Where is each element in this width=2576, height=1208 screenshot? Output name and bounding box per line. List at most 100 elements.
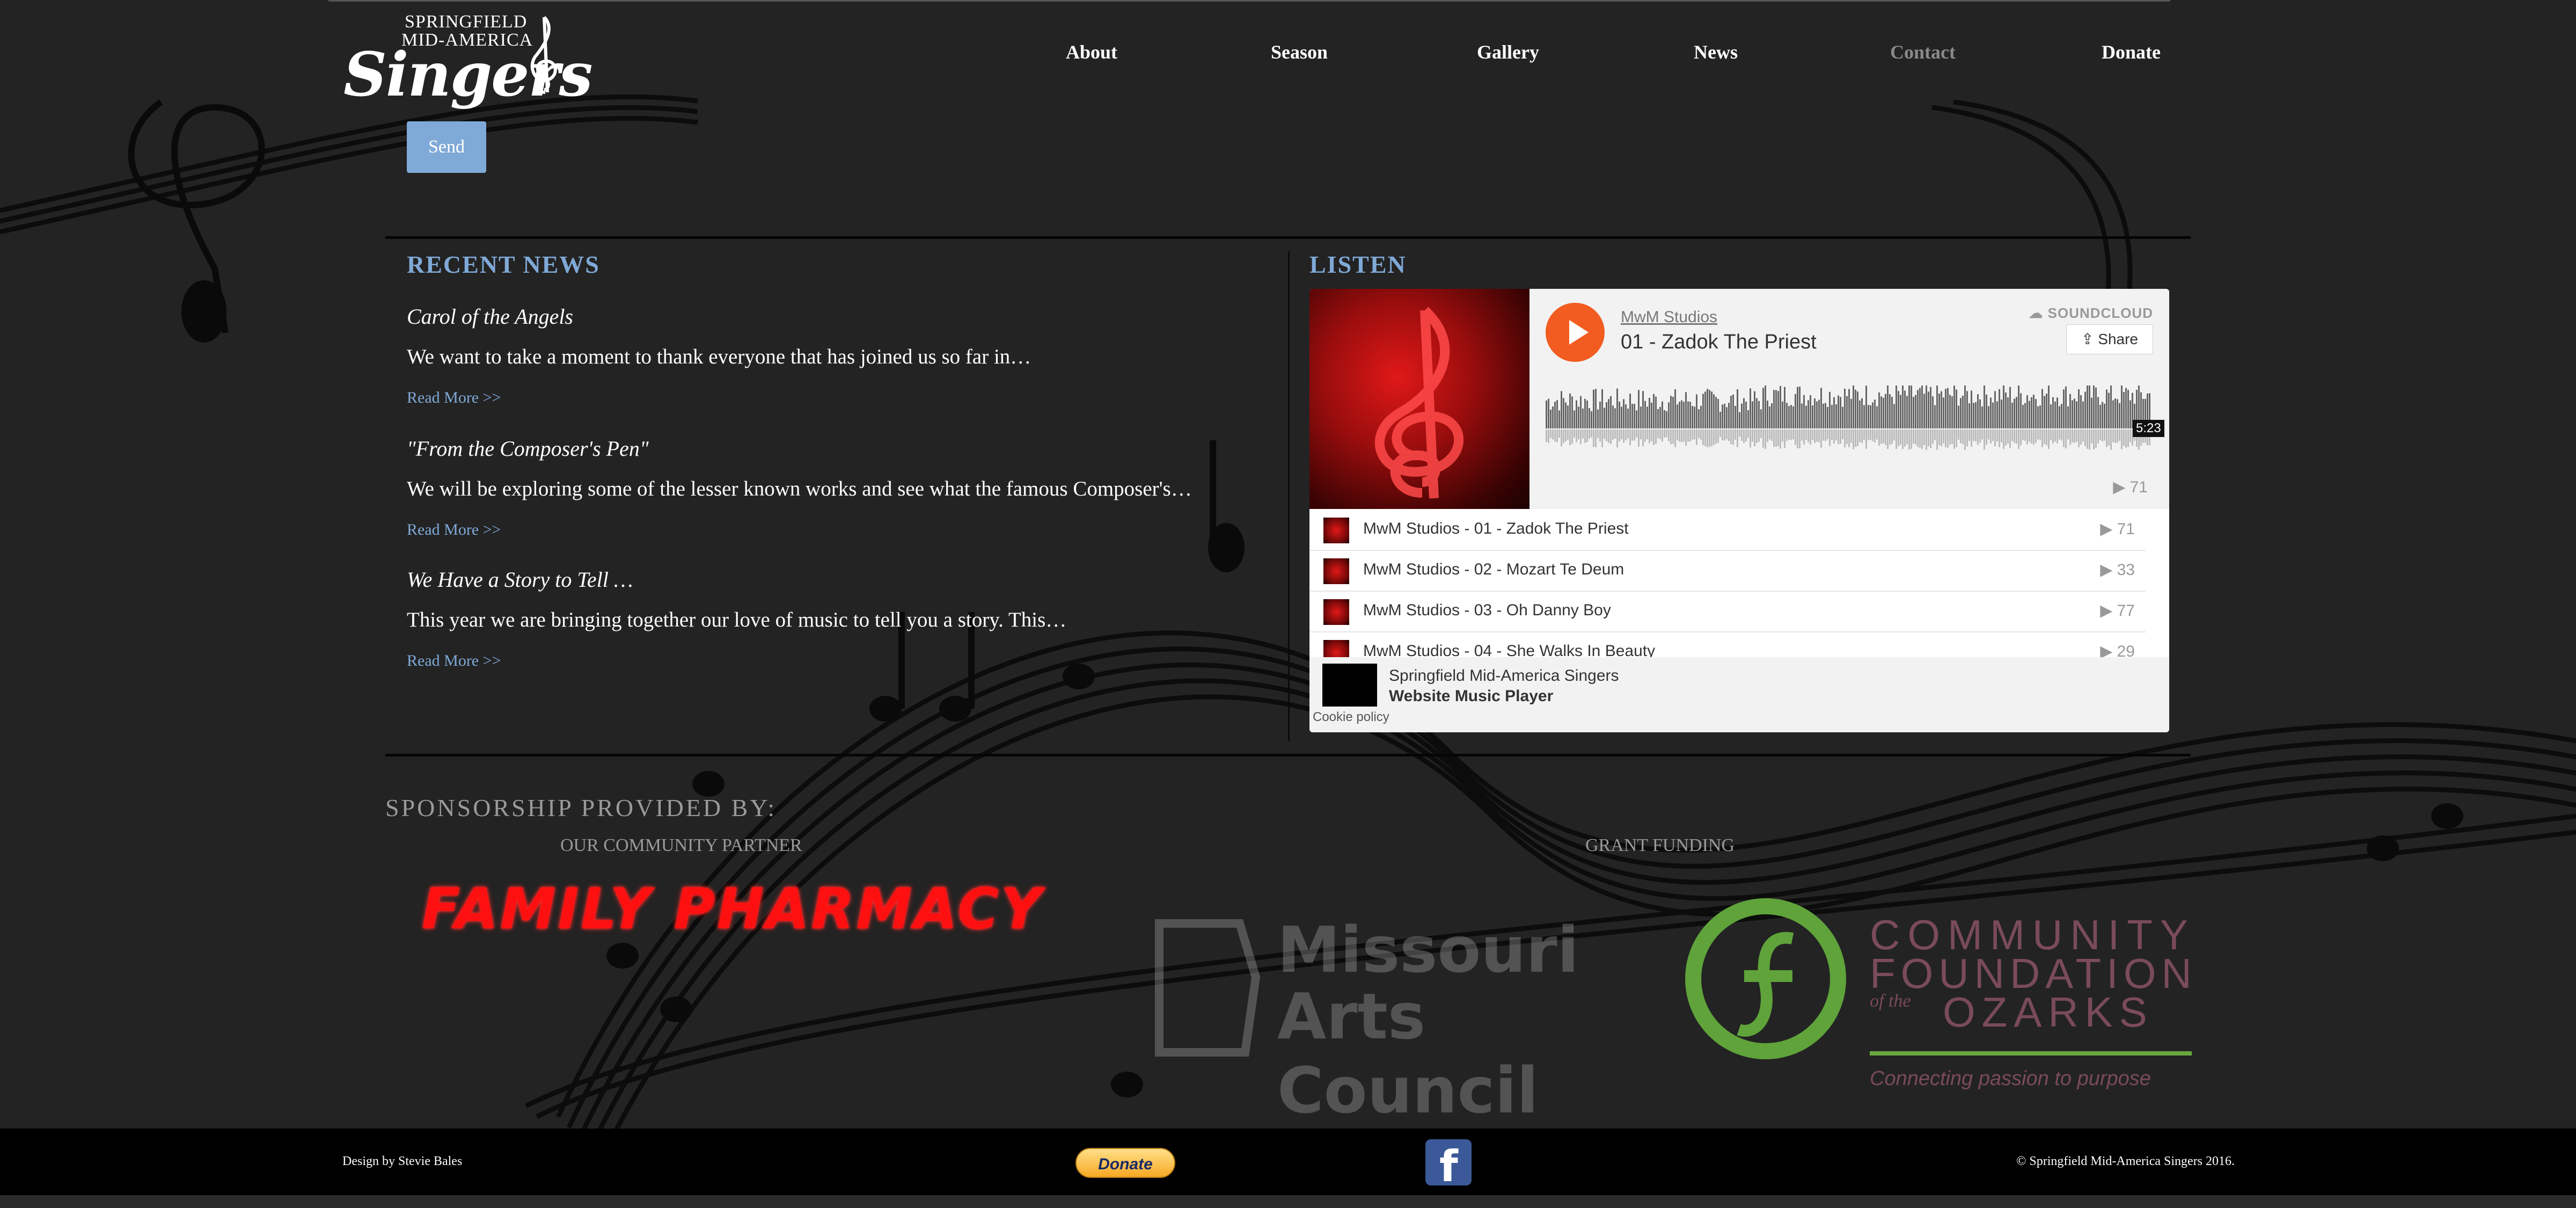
waveform-reflection [1582, 430, 1584, 439]
waveform-bar [1994, 391, 1996, 428]
family-pharmacy-logo[interactable]: FAMILY PHARMACY [422, 876, 1043, 942]
track-title[interactable]: 01 - Zadok The Priest [1621, 331, 1817, 354]
send-button[interactable]: Send [407, 121, 486, 173]
waveform-bar [2011, 402, 2013, 428]
read-more-link[interactable]: Read More >> [407, 521, 501, 539]
news-item-title[interactable]: Carol of the Angels [407, 304, 573, 329]
waveform-reflection [2014, 430, 2015, 443]
news-item-title[interactable]: "From the Composer's Pen" [407, 436, 649, 461]
waveform-bar [1951, 396, 1953, 428]
album-art[interactable] [1309, 289, 1529, 509]
site-logo[interactable]: SPRINGFIELD MID-AMERICA Singers [341, 12, 592, 110]
waveform-bar [1807, 400, 1809, 428]
track-row[interactable]: MwM Studios - 02 - Mozart Te Deum ▶ 33 [1309, 550, 2146, 592]
waveform-bar [1554, 402, 1556, 428]
missouri-arts-council-logo[interactable]: Missouri Arts Council [1148, 913, 1653, 1127]
share-button[interactable]: ⇪ Share [2066, 324, 2153, 354]
cookie-policy-link[interactable]: Cookie policy [1313, 710, 1389, 725]
waveform-reflection [1771, 430, 1773, 441]
waveform-reflection [1968, 430, 1970, 441]
waveform-bar [1840, 397, 1841, 428]
waveform-bar [1692, 406, 1693, 428]
waveform-bar [1990, 397, 1992, 428]
waveform-reflection [1621, 430, 1622, 440]
track-row-title: MwM Studios - 04 - She Walks In Beauty [1363, 642, 1656, 657]
waveform-bar [1790, 405, 1792, 428]
waveform-reflection [1754, 430, 1755, 447]
read-more-link[interactable]: Read More >> [407, 652, 501, 670]
news-item-excerpt: We want to take a moment to thank everyo… [407, 345, 1031, 368]
player-header: MwM Studios 01 - Zadok The Priest ☁ SOUN… [1529, 289, 2169, 509]
waveform-reflection [1941, 430, 1942, 447]
waveform-reflection [1554, 430, 1556, 442]
waveform-bar [1923, 394, 1925, 428]
waveform-reflection [2108, 430, 2110, 446]
waveform-bar [1853, 385, 1854, 428]
track-row[interactable]: MwM Studios - 04 - She Walks In Beauty ▶… [1309, 631, 2146, 657]
soundcloud-brand[interactable]: ☁ SOUNDCLOUD [2029, 305, 2153, 322]
waveform-reflection [1571, 430, 1573, 444]
waveform-bar [2035, 399, 2037, 428]
play-icon[interactable] [1546, 303, 1605, 362]
player-logo[interactable] [1322, 664, 1377, 707]
waveform-reflection [1775, 430, 1777, 447]
waveform-bar [1898, 391, 1899, 428]
waveform-reflection [1739, 430, 1740, 437]
news-item-title[interactable]: We Have a Story to Tell … [407, 567, 633, 592]
paypal-donate-button[interactable]: Donate [1075, 1148, 1175, 1178]
waveform-bar [1799, 387, 1801, 428]
waveform-reflection [1642, 430, 1644, 447]
player-owner[interactable]: Springfield Mid-America Singers [1389, 667, 1619, 685]
nav-gallery[interactable]: Gallery [1477, 41, 1539, 63]
waveform-reflection [1865, 430, 1867, 449]
waveform-bar [1649, 397, 1650, 428]
waveform-reflection [1971, 430, 1972, 447]
track-row[interactable]: MwM Studios - 01 - Zadok The Priest ▶ 71 [1309, 509, 2146, 551]
facebook-icon[interactable]: f [1425, 1139, 1472, 1191]
waveform-reflection [1717, 430, 1719, 443]
waveform[interactable] [1546, 385, 2152, 461]
waveform-reflection [2031, 430, 2032, 444]
waveform-bar [1756, 398, 1758, 428]
read-more-link[interactable]: Read More >> [407, 389, 501, 407]
nav-season[interactable]: Season [1271, 41, 1328, 63]
waveform-bar [1889, 394, 1891, 428]
nav-donate[interactable]: Donate [2102, 41, 2161, 63]
waveform-reflection [1769, 430, 1770, 440]
waveform-reflection [2054, 430, 2056, 442]
waveform-reflection [1674, 430, 1676, 447]
waveform-reflection [1634, 430, 1635, 441]
waveform-bar [2074, 398, 2075, 428]
waveform-bar [1576, 400, 1577, 428]
waveform-reflection [1758, 430, 1760, 442]
waveform-reflection [1932, 430, 1934, 444]
waveform-reflection [1683, 430, 1685, 442]
waveform-reflection [2082, 430, 2084, 442]
waveform-bar [2129, 400, 2131, 428]
nav-news[interactable]: News [1694, 41, 1738, 63]
waveform-bar [1786, 403, 1788, 428]
waveform-bar [1655, 396, 1657, 428]
waveform-reflection [1780, 430, 1781, 449]
waveform-bar [1567, 405, 1569, 428]
nav-contact[interactable]: Contact [1890, 41, 1956, 63]
waveform-bar [1887, 385, 1889, 428]
track-user[interactable]: MwM Studios [1621, 308, 1717, 326]
community-foundation-ozarks-logo[interactable]: COMMUNITY FOUNDATION of the OZARKS Conne… [1685, 896, 2192, 1100]
waveform-bar [1885, 394, 1886, 428]
track-row[interactable]: MwM Studios - 03 - Oh Danny Boy ▶ 77 [1309, 591, 2146, 632]
waveform-bar [1668, 402, 1670, 428]
waveform-bar [1687, 401, 1689, 428]
waveform-bar [1773, 390, 1775, 428]
waveform-reflection [1996, 430, 1998, 442]
nav-about[interactable]: About [1066, 41, 1117, 63]
waveform-bar [1574, 410, 1575, 428]
track-row-title: MwM Studios - 01 - Zadok The Priest [1363, 520, 1629, 537]
player-name[interactable]: Website Music Player [1389, 687, 1553, 705]
sponsorship-heading: SPONSORSHIP PROVIDED BY: [385, 794, 777, 821]
waveform-reflection [1786, 430, 1788, 441]
waveform-bar [2084, 391, 2086, 428]
waveform-reflection [1777, 430, 1779, 447]
waveform-bar [1550, 409, 1552, 428]
waveform-reflection [1829, 430, 1831, 446]
